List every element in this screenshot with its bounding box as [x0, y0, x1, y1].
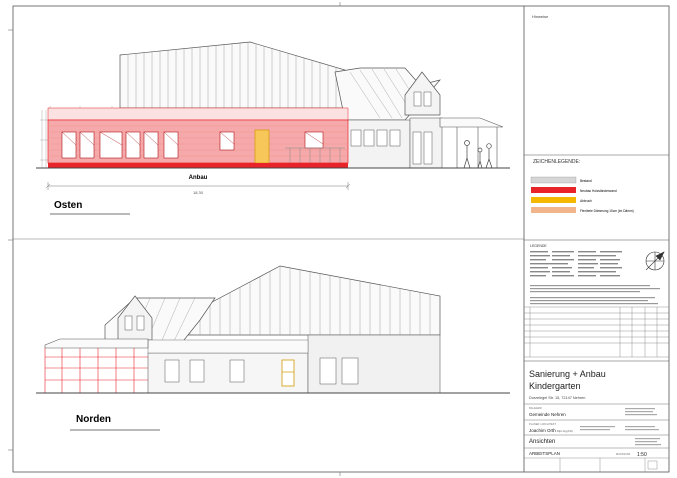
east-view-title: Osten — [54, 200, 82, 211]
north-arrow-icon — [645, 251, 665, 271]
project-title-line1: Sanierung + Anbau — [529, 369, 606, 379]
east-dormer-window-left — [413, 91, 422, 107]
architect-details — [580, 426, 659, 431]
north-door-abbruch — [281, 359, 295, 387]
legend-label-daemmung: Flexibele Dämmung 10cm (im Dämm) — [580, 209, 634, 213]
north-canopy-roof — [44, 338, 149, 349]
legend-label-bestand: Bestand — [580, 179, 592, 183]
sheet-title: Ansichten — [529, 439, 555, 445]
east-bottom-dimension — [45, 182, 351, 190]
revision-table — [523, 306, 670, 358]
project-title-line2: Kindergarten — [529, 381, 581, 391]
scale-value: 1:50 — [637, 452, 647, 458]
east-annex-door — [254, 129, 270, 164]
architect-suffix: Dipl.-Ing.(FH) — [557, 429, 573, 433]
east-dimension-value: 18.30 — [193, 190, 204, 195]
client-caption: BAUHERR — [529, 406, 542, 410]
title-panel: Hinweise ZEICHENLEGENDE: Bestand Neubau … — [523, 14, 670, 473]
scale-caption: MASSSTAB — [616, 452, 630, 456]
north-dormer-window-left — [124, 315, 133, 331]
east-annex-base — [48, 163, 348, 168]
east-elevation: Anbau 18.30 Osten — [36, 41, 510, 215]
hinweise-label: Hinweise — [532, 14, 549, 19]
north-view-title: Norden — [76, 414, 111, 425]
sheet-details — [635, 438, 661, 446]
legend-label-neubau: Neubau Holzständerwand — [580, 189, 617, 193]
legend-label-abbruch: Abbruch — [580, 199, 592, 203]
architect-caption: PLANER / ARCHITEKT — [529, 422, 557, 426]
east-annex-parapet — [47, 107, 349, 121]
legend-title: ZEICHENLEGENDE: — [533, 159, 580, 165]
legend-swatch-daemmung — [531, 207, 576, 213]
east-dormer-window-right — [423, 91, 432, 107]
plan-type: ARBEITSPLAN — [529, 451, 560, 456]
legend-swatch-neubau — [531, 187, 576, 193]
east-main-roof — [119, 41, 346, 109]
north-canopy-structure — [44, 348, 148, 393]
legend-swatch-abbruch — [531, 197, 576, 203]
architect-name: Joachim Orth — [529, 428, 556, 433]
client-name: Gemeinde Nehren — [529, 412, 566, 417]
north-eave — [147, 339, 309, 354]
stamp-table — [523, 457, 670, 473]
east-canopy-roof — [439, 117, 504, 128]
north-elevation: Norden — [36, 265, 510, 431]
legend-swatch-bestand — [530, 176, 577, 184]
dimension-chain-left — [40, 110, 48, 168]
legende-notes — [530, 285, 660, 305]
client-details — [625, 408, 657, 416]
east-section-label: Anbau — [189, 175, 208, 181]
legende-title: LEGENDE — [530, 244, 547, 248]
project-address: Dorzelegel Str. 15, 72147 Nehren — [529, 396, 585, 400]
drawing-sheet: Anbau 18.30 Osten Norden Hinweise ZEICHE… — [8, 2, 670, 476]
legende-abbreviation-table — [530, 251, 622, 277]
north-dormer-window-right — [136, 315, 145, 331]
